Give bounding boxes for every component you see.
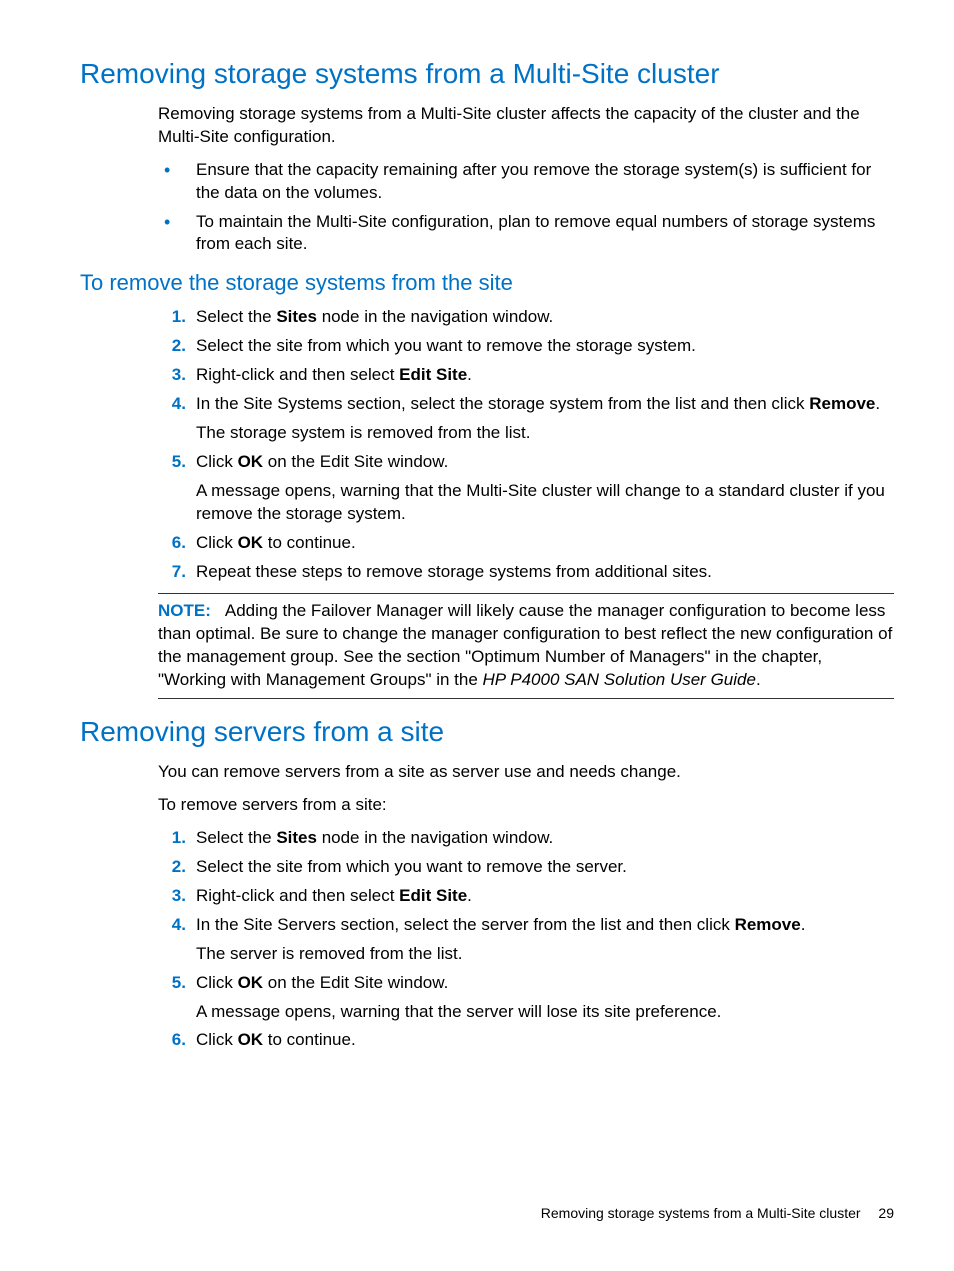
page: Removing storage systems from a Multi-Si…: [0, 0, 954, 1271]
step-text: Click: [196, 533, 238, 552]
step-extra: A message opens, warning that the server…: [196, 1001, 894, 1024]
step-item: Click OK to continue.: [158, 1029, 894, 1052]
section2-intro: You can remove servers from a site as se…: [158, 761, 894, 784]
footer-text: Removing storage systems from a Multi-Si…: [541, 1205, 861, 1221]
step-bold: OK: [238, 533, 264, 552]
heading-removing-storage: Removing storage systems from a Multi-Si…: [80, 55, 894, 93]
step-text: Right-click and then select: [196, 886, 399, 905]
step-item: In the Site Systems section, select the …: [158, 393, 894, 445]
note-italic: HP P4000 SAN Solution User Guide: [483, 670, 756, 689]
section1-intro: Removing storage systems from a Multi-Si…: [158, 103, 894, 149]
step-bold: OK: [238, 973, 264, 992]
step-text: node in the navigation window.: [317, 307, 553, 326]
step-text: on the Edit Site window.: [263, 452, 448, 471]
storage-steps: Select the Sites node in the navigation …: [158, 306, 894, 583]
bullet-item: To maintain the Multi-Site configuration…: [158, 211, 894, 257]
step-item: Select the site from which you want to r…: [158, 335, 894, 358]
step-text: to continue.: [263, 1030, 356, 1049]
step-text: In the Site Servers section, select the …: [196, 915, 735, 934]
step-bold: Remove: [809, 394, 875, 413]
bullet-item: Ensure that the capacity remaining after…: [158, 159, 894, 205]
step-extra: A message opens, warning that the Multi-…: [196, 480, 894, 526]
step-text: In the Site Systems section, select the …: [196, 394, 809, 413]
step-text: .: [467, 886, 472, 905]
server-steps: Select the Sites node in the navigation …: [158, 827, 894, 1053]
note-label: NOTE:: [158, 601, 211, 620]
page-footer: Removing storage systems from a Multi-Si…: [541, 1204, 894, 1223]
page-number: 29: [878, 1205, 894, 1221]
step-bold: OK: [238, 452, 264, 471]
section1-bullets: Ensure that the capacity remaining after…: [158, 159, 894, 257]
step-text: Select the: [196, 307, 276, 326]
step-text: node in the navigation window.: [317, 828, 553, 847]
heading-to-remove-storage: To remove the storage systems from the s…: [80, 268, 894, 298]
step-text: Right-click and then select: [196, 365, 399, 384]
step-bold: Edit Site: [399, 886, 467, 905]
step-item: Select the Sites node in the navigation …: [158, 827, 894, 850]
step-item: Select the Sites node in the navigation …: [158, 306, 894, 329]
step-item: In the Site Servers section, select the …: [158, 914, 894, 966]
step-text: .: [801, 915, 806, 934]
step-bold: Edit Site: [399, 365, 467, 384]
step-text: on the Edit Site window.: [263, 973, 448, 992]
step-item: Right-click and then select Edit Site.: [158, 885, 894, 908]
note-text: .: [756, 670, 761, 689]
step-bold: Remove: [735, 915, 801, 934]
step-extra: The storage system is removed from the l…: [196, 422, 894, 445]
step-item: Click OK on the Edit Site window. A mess…: [158, 451, 894, 526]
step-text: .: [467, 365, 472, 384]
step-text: Click: [196, 1030, 238, 1049]
step-item: Click OK to continue.: [158, 532, 894, 555]
step-text: Click: [196, 452, 238, 471]
heading-removing-servers: Removing servers from a site: [80, 713, 894, 751]
note-box: NOTE:Adding the Failover Manager will li…: [158, 593, 894, 699]
step-item: Repeat these steps to remove storage sys…: [158, 561, 894, 584]
section2-lead: To remove servers from a site:: [158, 794, 894, 817]
step-item: Select the site from which you want to r…: [158, 856, 894, 879]
step-text: Click: [196, 973, 238, 992]
step-item: Click OK on the Edit Site window. A mess…: [158, 972, 894, 1024]
step-text: to continue.: [263, 533, 356, 552]
step-text: Select the: [196, 828, 276, 847]
step-text: .: [875, 394, 880, 413]
step-extra: The server is removed from the list.: [196, 943, 894, 966]
step-bold: Sites: [276, 307, 317, 326]
step-item: Right-click and then select Edit Site.: [158, 364, 894, 387]
step-bold: OK: [238, 1030, 264, 1049]
step-bold: Sites: [276, 828, 317, 847]
